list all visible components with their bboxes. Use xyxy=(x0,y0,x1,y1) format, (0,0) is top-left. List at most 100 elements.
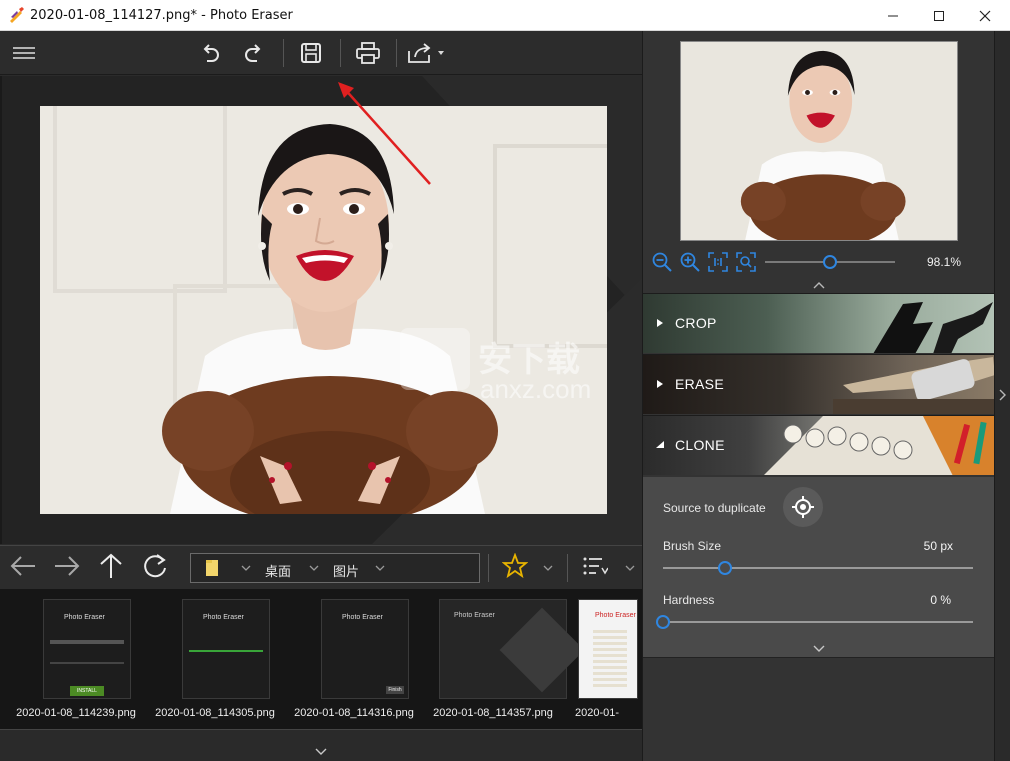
hardness-slider-knob[interactable] xyxy=(656,615,670,629)
zoom-controls: 98.1% xyxy=(643,249,995,275)
edited-photo[interactable]: 安下载 anxz.com xyxy=(40,106,607,514)
brush-size-slider-knob[interactable] xyxy=(718,561,732,575)
refresh-button[interactable] xyxy=(140,550,170,582)
close-button[interactable] xyxy=(962,0,1008,31)
thumbnail-image: Photo Eraser INSTALL xyxy=(43,599,131,699)
share-icon xyxy=(408,43,444,63)
chevron-down-icon[interactable] xyxy=(625,565,635,572)
chevron-down-icon[interactable] xyxy=(813,645,825,653)
breadcrumb-desktop[interactable]: 桌面 xyxy=(265,561,291,580)
print-button[interactable] xyxy=(351,37,385,69)
expand-arrow-icon xyxy=(657,319,663,327)
nav-divider xyxy=(488,554,489,582)
thumbnail-image: Photo Eraser Finish xyxy=(321,599,409,699)
thumbnail-header: Photo Eraser xyxy=(64,614,105,621)
refresh-icon xyxy=(144,554,166,578)
hardness-slider-track[interactable] xyxy=(663,621,973,623)
erase-section-header[interactable]: ERASE xyxy=(643,354,995,414)
thumbnail-finish-button: Finish xyxy=(386,686,404,694)
folder-path-selector[interactable]: 桌面 图片 xyxy=(190,553,480,583)
chevron-down-icon[interactable] xyxy=(375,565,385,572)
photo-eraser-window: 2020-01-08_114127.png* - Photo Eraser 安下… xyxy=(0,0,1010,761)
share-button[interactable] xyxy=(406,37,448,69)
forward-button[interactable] xyxy=(52,550,82,582)
sort-list-icon xyxy=(583,557,608,575)
chevron-down-icon[interactable] xyxy=(315,748,327,756)
collapse-arrow-icon xyxy=(656,441,664,448)
thumbnail-header: Photo Eraser xyxy=(342,614,383,621)
save-button[interactable] xyxy=(295,37,327,69)
zoom-out-icon[interactable] xyxy=(651,251,673,273)
crop-banner-image xyxy=(873,302,993,353)
thumbnail-item[interactable]: Photo Eraser 2020-01- xyxy=(575,589,642,729)
thumbnail-expander[interactable] xyxy=(0,729,642,761)
thumbnail-item[interactable]: Photo Eraser 2020-01-08_114357.png xyxy=(423,589,585,729)
maximize-icon xyxy=(934,10,944,21)
chevron-up-icon[interactable] xyxy=(813,281,825,289)
toolbar-divider xyxy=(396,39,397,67)
target-crosshair-icon xyxy=(792,496,814,518)
panel-collapse-strip[interactable] xyxy=(994,31,1010,761)
favorites-button[interactable] xyxy=(500,550,530,582)
preview-thumbnail-image xyxy=(681,42,957,240)
erase-banner-image xyxy=(833,357,995,414)
file-browser-nav: 桌面 图片 xyxy=(0,545,642,589)
thumbnail-field xyxy=(50,640,124,644)
maximize-button[interactable] xyxy=(916,0,962,31)
thumbnail-header: Photo Eraser xyxy=(203,614,244,621)
minimize-button[interactable] xyxy=(870,0,916,31)
panel-divider xyxy=(643,657,995,658)
menu-icon xyxy=(13,47,35,59)
chevron-down-icon[interactable] xyxy=(309,565,319,572)
hardness-value: 0 % xyxy=(930,593,951,607)
erase-section-label: ERASE xyxy=(675,376,724,392)
thumbnail-item[interactable]: Photo Eraser 2020-01-08_114305.png xyxy=(145,589,281,729)
chevron-down-icon[interactable] xyxy=(543,565,553,572)
source-to-duplicate-label: Source to duplicate xyxy=(663,501,766,515)
save-icon xyxy=(301,43,321,63)
thumbnail-strip: Photo Eraser INSTALL 2020-01-08_114239.p… xyxy=(0,589,642,729)
brush-size-value: 50 px xyxy=(923,539,953,553)
thumbnail-image: Photo Eraser xyxy=(578,599,638,699)
clone-section-header[interactable]: CLONE xyxy=(643,415,995,475)
thumbnail-caption: 2020-01-08_114357.png xyxy=(433,707,553,719)
image-canvas[interactable]: 安下载 anxz.com xyxy=(0,76,642,544)
clone-section-label: CLONE xyxy=(675,437,725,453)
source-target-button[interactable] xyxy=(783,487,823,527)
thumbnail-header: Photo Eraser xyxy=(454,612,495,619)
actual-size-icon[interactable] xyxy=(707,251,729,273)
chevron-down-icon[interactable] xyxy=(241,565,251,572)
redo-button[interactable] xyxy=(238,37,270,69)
expand-arrow-icon xyxy=(657,380,663,388)
thumbnail-header: Photo Eraser xyxy=(595,612,636,619)
hardness-label: Hardness xyxy=(663,593,715,607)
annotation-arrow xyxy=(338,82,431,185)
toolbar-divider xyxy=(340,39,341,67)
up-button[interactable] xyxy=(96,550,126,582)
brush-size-slider-track[interactable] xyxy=(663,567,973,569)
thumbnail-caption: 2020-01-08_114305.png xyxy=(155,707,275,719)
zoom-value: 98.1% xyxy=(926,255,961,269)
star-icon xyxy=(502,553,528,579)
print-icon xyxy=(356,42,380,64)
thumbnail-image: Photo Eraser xyxy=(182,599,270,699)
sort-button[interactable] xyxy=(580,550,610,582)
thumbnail-item[interactable]: Photo Eraser INSTALL 2020-01-08_114239.p… xyxy=(6,589,142,729)
navigator-preview[interactable] xyxy=(680,41,958,241)
clone-settings-panel: Source to duplicate Brush Size 50 px Har… xyxy=(643,477,995,657)
close-icon xyxy=(979,10,991,21)
back-button[interactable] xyxy=(8,550,38,582)
fit-icon[interactable] xyxy=(735,251,757,273)
menu-button[interactable] xyxy=(8,37,40,69)
clone-banner-image xyxy=(764,416,995,475)
right-tool-panel: 98.1% CROP ERASE CLONE Source to duplica… xyxy=(642,31,995,761)
thumbnail-caption: 2020-01-08_114316.png xyxy=(294,707,414,719)
zoom-slider-knob[interactable] xyxy=(823,255,837,269)
thumbnail-item[interactable]: Photo Eraser Finish 2020-01-08_114316.pn… xyxy=(284,589,420,729)
chevron-right-icon[interactable] xyxy=(999,389,1007,401)
zoom-in-icon[interactable] xyxy=(679,251,701,273)
crop-section-header[interactable]: CROP xyxy=(643,293,995,353)
undo-button[interactable] xyxy=(194,37,226,69)
thumbnail-progress xyxy=(189,650,263,652)
breadcrumb-pictures[interactable]: 图片 xyxy=(333,561,359,580)
